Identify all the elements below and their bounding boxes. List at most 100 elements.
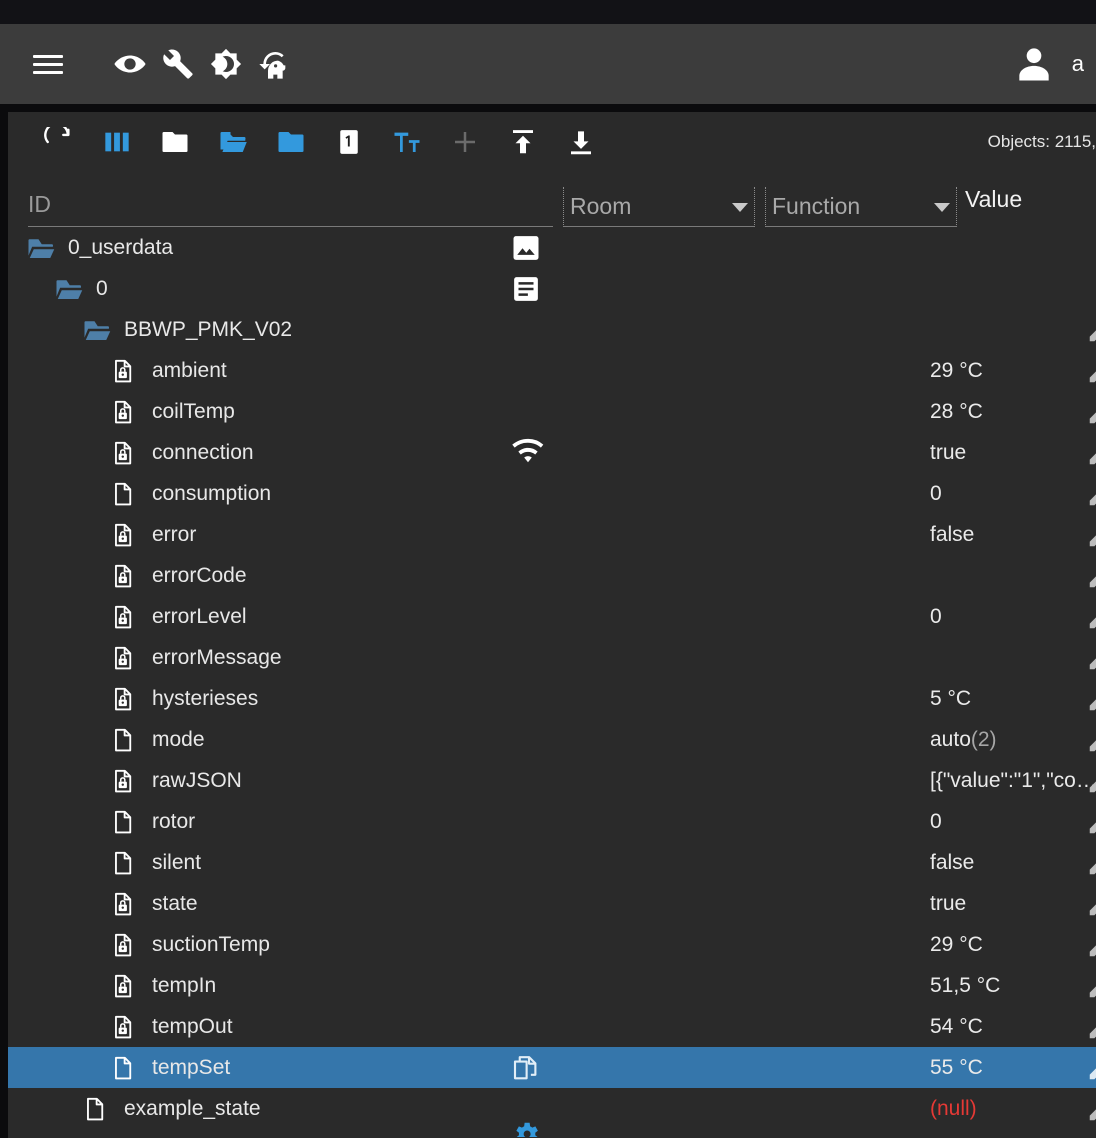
- tree-row-value[interactable]: auto(2): [930, 728, 997, 752]
- tree-row[interactable]: suctionTemp 29 °C: [8, 924, 1096, 965]
- document-icon: [110, 1055, 140, 1081]
- tree-row[interactable]: coilTemp 28 °C: [8, 391, 1096, 432]
- tree-row-value[interactable]: false: [930, 851, 974, 875]
- edit-icon[interactable]: [1086, 684, 1096, 714]
- edit-icon[interactable]: [1086, 602, 1096, 632]
- tree-row-value[interactable]: true: [930, 441, 966, 465]
- tree-row-label: state: [152, 891, 198, 915]
- tree-row-value[interactable]: (null): [930, 1097, 977, 1121]
- gear-icon[interactable]: [511, 1119, 545, 1137]
- eye-icon[interactable]: [106, 40, 154, 88]
- value-text: 0: [930, 604, 942, 628]
- text-format-button[interactable]: [378, 120, 436, 164]
- tree-row-label: mode: [152, 727, 205, 751]
- tree-row-value[interactable]: 51,5 °C: [930, 974, 1000, 998]
- tree-row-value[interactable]: 0: [930, 482, 942, 506]
- tree-row-selected[interactable]: tempSet 55 °C: [8, 1047, 1096, 1088]
- brightness-icon[interactable]: [202, 40, 250, 88]
- chevron-down-icon: [732, 203, 748, 212]
- tree-row[interactable]: tempOut 54 °C: [8, 1006, 1096, 1047]
- tree-row[interactable]: errorLevel 0: [8, 596, 1096, 637]
- tree-row[interactable]: 0: [8, 268, 1096, 309]
- tree-row[interactable]: errorCode: [8, 555, 1096, 596]
- room-filter-select[interactable]: Room: [563, 187, 755, 227]
- expand-one-button[interactable]: [262, 120, 320, 164]
- tree-row[interactable]: errorMessage: [8, 637, 1096, 678]
- edit-icon[interactable]: [1086, 643, 1096, 673]
- tree-row-label: errorMessage: [152, 645, 282, 669]
- tree-row-value[interactable]: false: [930, 523, 974, 547]
- tree-row[interactable]: connection true: [8, 432, 1096, 473]
- value-text: auto: [930, 727, 971, 751]
- user-avatar-icon[interactable]: [1010, 40, 1058, 88]
- tree-row[interactable]: consumption 0: [8, 473, 1096, 514]
- tree-row-value[interactable]: true: [930, 892, 966, 916]
- edit-icon[interactable]: [1086, 848, 1096, 878]
- tree-row-value[interactable]: 0: [930, 810, 942, 834]
- tree-row-value[interactable]: 0: [930, 605, 942, 629]
- collapse-all-button[interactable]: [146, 120, 204, 164]
- value-text: (null): [930, 1096, 977, 1120]
- window-top-strip: [0, 0, 1096, 24]
- id-filter-input[interactable]: ID: [28, 191, 553, 227]
- image-icon[interactable]: [511, 233, 541, 263]
- edit-icon[interactable]: [1086, 397, 1096, 427]
- edit-icon[interactable]: [1086, 725, 1096, 755]
- columns-button[interactable]: [88, 120, 146, 164]
- edit-icon[interactable]: [1086, 889, 1096, 919]
- tree-row-value[interactable]: [{"value":"1","co…: [930, 769, 1096, 793]
- edit-icon[interactable]: [1086, 1094, 1096, 1124]
- tree-row[interactable]: mode auto(2): [8, 719, 1096, 760]
- tree-row-value[interactable]: 5 °C: [930, 687, 971, 711]
- number-one-icon[interactable]: [320, 120, 378, 164]
- tree-row[interactable]: state true: [8, 883, 1096, 924]
- edit-icon[interactable]: [1086, 561, 1096, 591]
- edit-icon[interactable]: [1086, 479, 1096, 509]
- wifi-icon[interactable]: [511, 436, 545, 470]
- folder-open-icon[interactable]: [26, 233, 56, 263]
- document-lock-icon: [110, 768, 140, 794]
- tree-row[interactable]: 0_userdata: [8, 227, 1096, 268]
- tree-row[interactable]: ambient 29 °C: [8, 350, 1096, 391]
- edit-icon[interactable]: [1086, 1053, 1096, 1083]
- description-icon[interactable]: [511, 274, 541, 304]
- edit-icon[interactable]: [1086, 356, 1096, 386]
- tree-row[interactable]: hysterieses 5 °C: [8, 678, 1096, 719]
- refresh-button[interactable]: [30, 120, 88, 164]
- tree-row[interactable]: error false: [8, 514, 1096, 555]
- export-button[interactable]: [552, 120, 610, 164]
- tree-row[interactable]: rawJSON [{"value":"1","co…: [8, 760, 1096, 801]
- tree-row[interactable]: rotor 0: [8, 801, 1096, 842]
- tree-row-value[interactable]: 29 °C: [930, 359, 983, 383]
- import-button[interactable]: [494, 120, 552, 164]
- head-icon[interactable]: [250, 40, 298, 88]
- folder-open-icon[interactable]: [82, 315, 112, 345]
- wrench-icon[interactable]: [154, 40, 202, 88]
- document-lock-icon: [110, 399, 140, 425]
- copy-icon[interactable]: [511, 1053, 541, 1083]
- edit-icon[interactable]: [1086, 930, 1096, 960]
- edit-icon[interactable]: [1086, 807, 1096, 837]
- tree-row[interactable]: silent false: [8, 842, 1096, 883]
- add-object-button[interactable]: [436, 120, 494, 164]
- hamburger-menu-icon[interactable]: [24, 40, 72, 88]
- document-lock-icon: [110, 522, 140, 548]
- tree-row[interactable]: example_state (null): [8, 1088, 1096, 1129]
- edit-icon[interactable]: [1086, 766, 1096, 796]
- folder-open-icon[interactable]: [54, 274, 84, 304]
- tree-row-value[interactable]: 54 °C: [930, 1015, 983, 1039]
- function-filter-select[interactable]: Function: [765, 187, 957, 227]
- edit-icon[interactable]: [1086, 1012, 1096, 1042]
- tree-row-value[interactable]: 55 °C: [930, 1056, 983, 1080]
- expand-all-button[interactable]: [204, 120, 262, 164]
- chevron-down-icon: [934, 203, 950, 212]
- tree-row[interactable]: BBWP_PMK_V02: [8, 309, 1096, 350]
- tree-row[interactable]: tempIn 51,5 °C: [8, 965, 1096, 1006]
- edit-icon[interactable]: [1086, 315, 1096, 345]
- document-icon: [82, 1096, 112, 1122]
- edit-icon[interactable]: [1086, 438, 1096, 468]
- tree-row-value[interactable]: 29 °C: [930, 933, 983, 957]
- edit-icon[interactable]: [1086, 520, 1096, 550]
- tree-row-value[interactable]: 28 °C: [930, 400, 983, 424]
- edit-icon[interactable]: [1086, 971, 1096, 1001]
